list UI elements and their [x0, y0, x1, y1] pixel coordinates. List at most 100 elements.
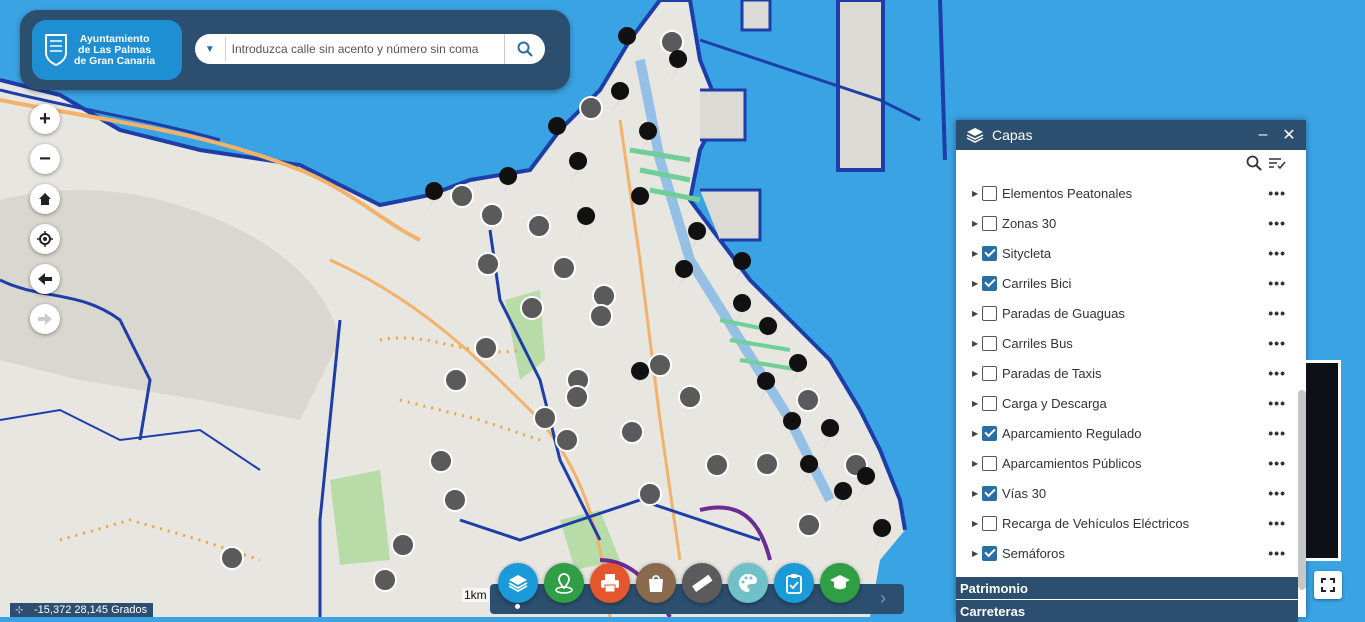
graduation-cap-icon: [830, 575, 850, 590]
search-source-dropdown[interactable]: ▼: [195, 34, 225, 64]
close-button[interactable]: ✕: [1276, 125, 1302, 145]
home-button[interactable]: [30, 184, 60, 214]
zoom-out-button[interactable]: −: [30, 144, 60, 174]
zoom-in-button[interactable]: +: [30, 104, 60, 134]
search-icon: [517, 41, 534, 57]
coat-of-arms-icon: [45, 34, 67, 67]
panel-scrollbar[interactable]: [1298, 390, 1306, 590]
layer-options-button[interactable]: •••: [1246, 425, 1296, 441]
layer-label: Elementos Peatonales: [1002, 185, 1133, 201]
layer-checkbox[interactable]: [982, 425, 997, 441]
expand-arrow-icon[interactable]: ▶: [972, 189, 980, 198]
layer-checkbox[interactable]: [982, 545, 997, 561]
layer-checkbox[interactable]: [982, 245, 997, 261]
expand-arrow-icon[interactable]: ▶: [972, 549, 980, 558]
plus-icon: +: [39, 107, 51, 130]
map-location-tool-button[interactable]: [544, 563, 584, 603]
layer-checkbox[interactable]: [982, 455, 997, 471]
palette-icon: [739, 574, 758, 592]
layer-checkbox[interactable]: [982, 185, 997, 201]
layers-icon: [508, 575, 528, 593]
layer-options-button[interactable]: •••: [1246, 485, 1296, 501]
layer-checkbox[interactable]: [982, 515, 997, 531]
fullscreen-icon: [1321, 578, 1335, 592]
city-logo[interactable]: Ayuntamiento de Las Palmas de Gran Canar…: [32, 20, 182, 80]
layer-row[interactable]: ▶ Semáforos •••: [956, 538, 1296, 568]
layers-tool-button[interactable]: [498, 563, 538, 603]
search-input[interactable]: [224, 37, 505, 61]
layer-checkbox[interactable]: [982, 275, 997, 291]
layer-checkbox[interactable]: [982, 395, 997, 411]
layer-checkbox[interactable]: [982, 305, 997, 321]
minus-icon: −: [39, 147, 51, 170]
layer-row[interactable]: ▶ Carriles Bici •••: [956, 268, 1296, 298]
section-patrimonio[interactable]: Patrimonio: [956, 577, 1298, 599]
bag-tool-button[interactable]: [636, 563, 676, 603]
print-tool-button[interactable]: [590, 563, 630, 603]
layer-row[interactable]: ▶ Zonas 30 •••: [956, 208, 1296, 238]
layer-row[interactable]: ▶ Carriles Bus •••: [956, 328, 1296, 358]
layer-options-button[interactable]: •••: [1246, 455, 1296, 471]
layer-row[interactable]: ▶ Aparcamiento Regulado •••: [956, 418, 1296, 448]
layer-checkbox[interactable]: [982, 365, 997, 381]
expand-arrow-icon[interactable]: ▶: [972, 279, 980, 288]
locate-button[interactable]: [30, 224, 60, 254]
search-button[interactable]: [504, 34, 545, 64]
active-indicator: [515, 604, 520, 609]
layer-row[interactable]: ▶ Paradas de Taxis •••: [956, 358, 1296, 388]
expand-arrow-icon[interactable]: ▶: [972, 489, 980, 498]
palette-tool-button[interactable]: [728, 563, 768, 603]
layer-row[interactable]: ▶ Sitycleta •••: [956, 238, 1296, 268]
forward-button[interactable]: [30, 304, 60, 334]
layer-label: Aparcamientos Públicos: [1002, 455, 1142, 471]
expand-arrow-icon[interactable]: ▶: [972, 309, 980, 318]
address-search: ▼: [195, 34, 545, 64]
overview-map[interactable]: [1306, 360, 1341, 561]
back-button[interactable]: [30, 264, 60, 294]
expand-arrow-icon[interactable]: ▶: [972, 339, 980, 348]
panel-title: Capas: [992, 127, 1033, 143]
layer-options-button[interactable]: •••: [1246, 365, 1296, 381]
expand-arrow-icon[interactable]: ▶: [972, 519, 980, 528]
layer-row[interactable]: ▶ Carga y Descarga •••: [956, 388, 1296, 418]
layer-checkbox[interactable]: [982, 485, 997, 501]
layer-options-button[interactable]: •••: [1246, 335, 1296, 351]
expand-arrow-icon[interactable]: ▶: [972, 369, 980, 378]
expand-arrow-icon[interactable]: ▶: [972, 219, 980, 228]
layer-options-button[interactable]: •••: [1246, 395, 1296, 411]
filter-list-icon[interactable]: [1268, 156, 1286, 170]
expand-arrow-icon[interactable]: ▶: [972, 429, 980, 438]
education-tool-button[interactable]: [820, 563, 860, 603]
layer-label: Paradas de Taxis: [1002, 365, 1102, 381]
minimize-button[interactable]: –: [1250, 126, 1276, 144]
layer-options-button[interactable]: •••: [1246, 185, 1296, 201]
layer-options-button[interactable]: •••: [1246, 515, 1296, 531]
layer-label: Carriles Bus: [1002, 335, 1073, 351]
app-header: Ayuntamiento de Las Palmas de Gran Canar…: [20, 10, 570, 90]
layer-options-button[interactable]: •••: [1246, 245, 1296, 261]
layer-row[interactable]: ▶ Recarga de Vehículos Eléctricos •••: [956, 508, 1296, 538]
layer-row[interactable]: ▶ Elementos Peatonales •••: [956, 178, 1296, 208]
expand-arrow-icon[interactable]: ▶: [972, 249, 980, 258]
crosshair-icon[interactable]: ⊹: [15, 604, 23, 618]
fullscreen-button[interactable]: [1314, 571, 1342, 599]
layer-row[interactable]: ▶ Paradas de Guaguas •••: [956, 298, 1296, 328]
printer-icon: [601, 574, 619, 593]
layer-options-button[interactable]: •••: [1246, 545, 1296, 561]
clipboard-tool-button[interactable]: [774, 563, 814, 603]
layer-checkbox[interactable]: [982, 215, 997, 231]
search-icon[interactable]: [1246, 155, 1262, 171]
section-carreteras[interactable]: Carreteras: [956, 600, 1298, 622]
layer-row[interactable]: ▶ Aparcamientos Públicos •••: [956, 448, 1296, 478]
layer-options-button[interactable]: •••: [1246, 305, 1296, 321]
layer-label: Recarga de Vehículos Eléctricos: [1002, 515, 1190, 531]
expand-arrow-icon[interactable]: ▶: [972, 459, 980, 468]
expand-arrow-icon[interactable]: ▶: [972, 399, 980, 408]
layer-options-button[interactable]: •••: [1246, 215, 1296, 231]
measure-tool-button[interactable]: [682, 563, 722, 603]
layers-panel-header: Capas – ✕: [956, 120, 1306, 150]
layer-options-button[interactable]: •••: [1246, 275, 1296, 291]
layer-row[interactable]: ▶ Vías 30 •••: [956, 478, 1296, 508]
layer-checkbox[interactable]: [982, 335, 997, 351]
toolbar-next-button[interactable]: ›: [880, 588, 886, 609]
